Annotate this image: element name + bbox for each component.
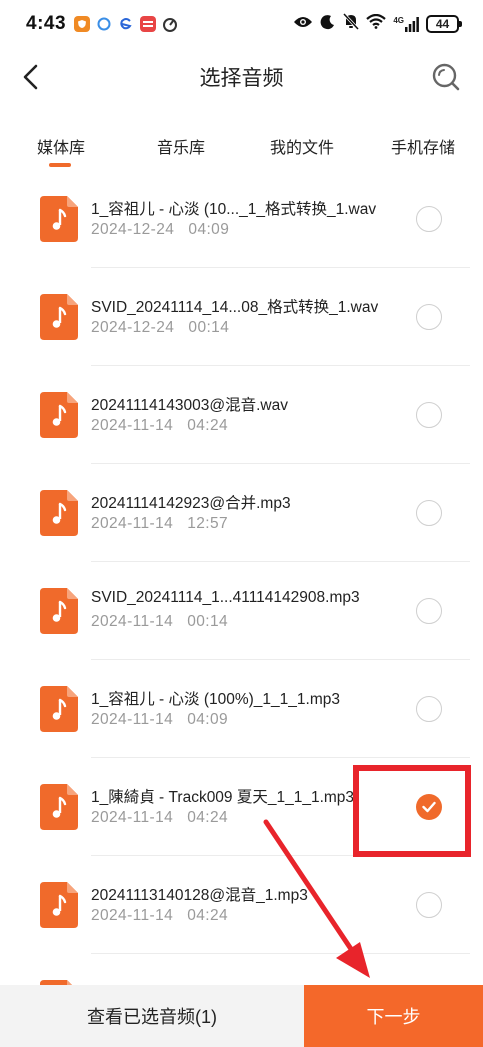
eye-icon [293,15,313,34]
file-meta: 2024-11-14 04:24 [91,417,228,435]
file-name: SVID_20241114_14...08_格式转换_1.wav [91,299,379,316]
file-duration: 04:24 [187,809,229,826]
status-bar: 4:43 4G 44 [0,0,483,48]
view-selected-audio-button[interactable]: 查看已选音频(1) [0,985,304,1047]
file-date: 2024-12-24 [91,221,175,238]
wifi-icon [366,13,387,34]
tab-phone-storage[interactable]: 手机存储 [391,134,455,158]
shield-app-icon [74,16,91,32]
list-item[interactable]: SVID_20241114_14...08_格式转换_1.wav 2024-12… [0,268,483,366]
bottom-action-bar: 查看已选音频(1) 下一步 [0,985,483,1047]
list-item[interactable]: 1_容祖儿 - 心淡 (10..._1_格式转换_1.wav 2024-12-2… [0,172,483,268]
file-date: 2024-11-14 [91,417,174,434]
file-date: 2024-11-14 [91,809,174,826]
file-meta: 2024-11-14 04:24 [91,907,228,925]
cellular-signal-icon: 4G [393,15,419,32]
select-radio[interactable] [416,598,442,624]
list-item[interactable]: 20241114142923@合并.mp3 2024-11-14 12:57 [0,464,483,562]
audio-file-icon [40,882,78,928]
audio-file-icon [40,294,78,340]
file-name: 20241114143003@混音.wav [91,397,288,414]
file-meta: 2024-11-14 04:24 [91,809,228,827]
select-radio[interactable] [416,304,442,330]
file-duration: 04:09 [188,221,230,238]
mute-bell-icon [343,12,360,35]
audio-file-icon [40,784,78,830]
header: 选择音频 [0,48,483,106]
file-date: 2024-11-14 [91,613,174,630]
file-name: 20241113140128@混音_1.mp3 [91,887,308,904]
file-name: 20241114142923@合并.mp3 [91,495,291,512]
select-radio[interactable] [416,402,442,428]
network-type-label: 4G [393,15,404,25]
back-button[interactable] [14,60,48,94]
search-button[interactable] [429,60,463,94]
file-duration: 00:14 [188,319,230,336]
source-tabs: 媒体库 音乐库 我的文件 手机存储 [0,126,483,172]
select-radio[interactable] [416,696,442,722]
audio-file-icon [40,686,78,732]
file-date: 2024-11-14 [91,515,174,532]
file-date: 2024-11-14 [91,907,174,924]
status-indicators: 4G 44 [293,12,462,35]
list-item[interactable] [0,954,483,985]
file-date: 2024-11-14 [91,711,174,728]
file-duration: 04:09 [187,711,229,728]
file-duration: 00:14 [187,613,229,630]
list-item[interactable]: 1_陳綺貞 - Track009 夏天_1_1_1.mp3 2024-11-14… [0,758,483,856]
list-item[interactable]: 20241114143003@混音.wav 2024-11-14 04:24 [0,366,483,464]
audio-file-list[interactable]: 1_容祖儿 - 心淡 (10..._1_格式转换_1.wav 2024-12-2… [0,172,483,985]
select-radio[interactable] [416,892,442,918]
file-date: 2024-12-24 [91,319,175,336]
page-title: 选择音频 [199,67,284,90]
file-name: 1_容祖儿 - 心淡 (10..._1_格式转换_1.wav [91,201,377,218]
speed-gauge-icon [162,16,178,32]
file-name: 1_容祖儿 - 心淡 (100%)_1_1_1.mp3 [91,691,340,708]
checkmark-icon [422,801,436,813]
file-duration: 04:24 [187,417,229,434]
audio-file-icon [40,588,78,634]
active-tab-indicator [49,163,71,167]
chevron-left-icon [23,64,38,90]
list-item[interactable]: SVID_20241114_1...41114142908.mp3 2024-1… [0,562,483,660]
audio-file-icon [40,392,78,438]
select-radio[interactable] [416,500,442,526]
red-app-icon [140,16,157,32]
tab-media-library[interactable]: 媒体库 [37,134,85,158]
file-meta: 2024-12-24 00:14 [91,319,229,337]
status-app-icons [74,16,178,32]
select-radio-checked[interactable] [416,794,442,820]
e-app-icon [118,16,134,32]
file-duration: 12:57 [187,515,229,532]
audio-file-icon [40,196,78,242]
file-meta: 2024-11-14 04:09 [91,711,228,729]
file-meta: 2024-12-24 04:09 [91,221,229,239]
file-duration: 04:24 [187,907,229,924]
file-name: 1_陳綺貞 - Track009 夏天_1_1_1.mp3 [91,789,355,806]
list-item[interactable]: 1_容祖儿 - 心淡 (100%)_1_1_1.mp3 2024-11-14 0… [0,660,483,758]
tab-music-library[interactable]: 音乐库 [157,134,205,158]
status-time: 4:43 [26,13,67,34]
select-radio[interactable] [416,206,442,232]
tab-my-files[interactable]: 我的文件 [270,134,334,158]
file-meta: 2024-11-14 00:14 [91,613,228,631]
cloud-app-icon [96,16,112,32]
list-item[interactable]: 20241113140128@混音_1.mp3 2024-11-14 04:24 [0,856,483,954]
search-icon [432,63,460,91]
battery-indicator: 44 [426,15,462,33]
moon-icon [320,14,336,35]
file-name: SVID_20241114_1...41114142908.mp3 [91,589,360,606]
audio-file-icon [40,490,78,536]
file-meta: 2024-11-14 12:57 [91,515,228,533]
next-step-button[interactable]: 下一步 [304,985,483,1047]
